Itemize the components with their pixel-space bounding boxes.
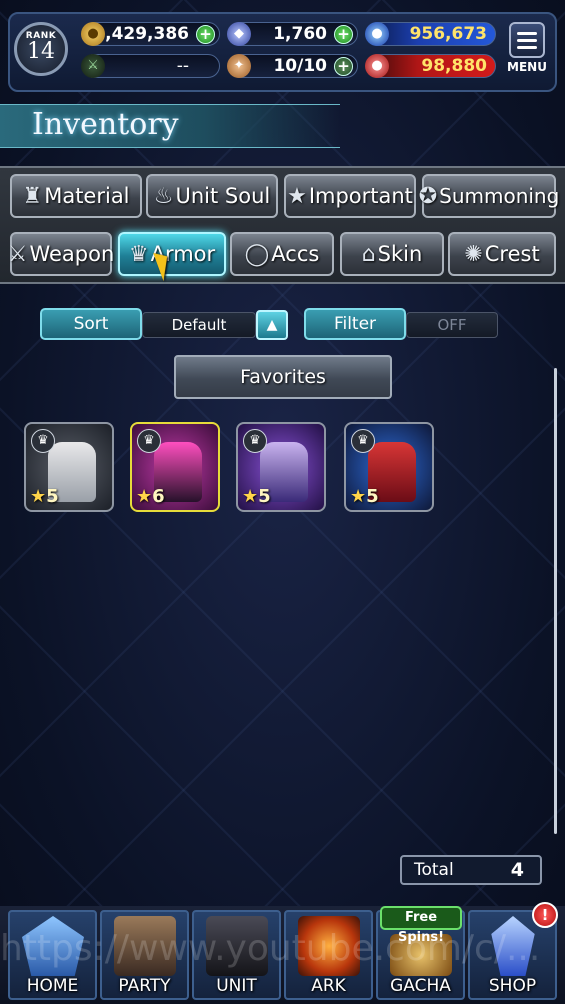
tab-summoning-label: Summoning [439, 184, 560, 208]
tab-skin-label: Skin [377, 242, 423, 266]
tab-weapon[interactable]: ⚔ Weapon [7, 232, 115, 276]
filter-button[interactable]: Filter [304, 308, 406, 340]
tab-summoning[interactable]: ✪ Summoning [418, 174, 560, 218]
hamburger-icon [509, 22, 545, 58]
nav-unit[interactable]: UNIT [192, 910, 281, 1000]
nav-home-label: HOME [26, 976, 79, 996]
lapis-counter: ◆ 1,760 + [227, 22, 358, 46]
tab-important[interactable]: ★ Important [284, 174, 416, 218]
favorites-button[interactable]: Favorites [174, 355, 392, 399]
total-label: Total [414, 860, 454, 880]
red-orb-value: 98,880 [421, 56, 487, 76]
guild-counter: ⚔ -- [81, 54, 220, 78]
free-spins-badge: Free Spins! [380, 906, 462, 945]
menu-label: MENU [507, 60, 547, 74]
shop-crystal-icon [491, 916, 535, 976]
item-rarity: ★5 [30, 486, 59, 507]
armor-type-icon: ♛ [351, 429, 375, 453]
page-title-banner: Inventory [0, 104, 340, 148]
item-rarity: ★5 [242, 486, 271, 507]
blue-orb-counter: ● 956,673 [365, 22, 496, 46]
item-rarity: ★5 [350, 486, 379, 507]
nav-ark[interactable]: ARK [284, 910, 373, 1000]
red-orb-counter: ● 98,880 [365, 54, 496, 78]
item-rarity: ★6 [136, 486, 165, 507]
red-orb-icon: ● [365, 54, 389, 78]
gil-counter: ● 3,429,386 + [81, 22, 220, 46]
tab-material[interactable]: ♜ Material [10, 174, 142, 218]
nav-gacha-label: GACHA [390, 976, 451, 996]
menu-button[interactable]: MENU [505, 22, 549, 74]
ark-phoenix-icon [298, 916, 360, 976]
nav-unit-label: UNIT [216, 976, 257, 996]
summon-emblem-icon: ✪ [418, 183, 438, 209]
page-title: Inventory [32, 107, 179, 142]
sort-button[interactable]: Sort [40, 308, 142, 340]
tab-crest[interactable]: ✺ Crest [448, 232, 556, 276]
tab-unit-soul[interactable]: ♨ Unit Soul [146, 174, 278, 218]
filter-value[interactable]: OFF [406, 312, 498, 338]
sword-icon: ⚔ [7, 241, 28, 267]
guild-value: -- [176, 56, 189, 76]
nav-party[interactable]: PARTY [100, 910, 189, 1000]
total-count-box: Total 4 [400, 855, 542, 885]
tab-material-label: Material [44, 184, 130, 208]
nav-shop-label: SHOP [488, 976, 537, 996]
energy-counter: ✦ 10/10 + [227, 54, 358, 78]
tab-weapon-label: Weapon [29, 242, 115, 266]
hanger-icon: ⌂ [361, 241, 376, 267]
material-bag-icon: ♜ [22, 183, 43, 209]
blue-orb-icon: ● [365, 22, 389, 46]
inventory-scrollbar[interactable] [554, 368, 557, 834]
unit-hero-icon [206, 916, 268, 976]
tab-skin[interactable]: ⌂ Skin [340, 232, 444, 276]
ring-icon: ◯ [244, 241, 270, 267]
inventory-item[interactable]: ♛ ★5 [236, 422, 326, 512]
gil-value: 3,429,386 [93, 24, 189, 44]
sort-order-up-icon[interactable]: ▲ [256, 310, 288, 340]
blue-orb-value: 956,673 [409, 24, 487, 44]
energy-value: 10/10 [273, 56, 327, 76]
armor-type-icon: ♛ [137, 429, 161, 453]
total-value: 4 [510, 859, 524, 881]
rank-value: 14 [27, 39, 55, 64]
crest-gear-icon: ✺ [464, 241, 483, 267]
star-icon: ★ [287, 183, 307, 209]
nav-home[interactable]: HOME [8, 910, 97, 1000]
add-lapis-button[interactable]: + [334, 25, 353, 44]
nav-party-label: PARTY [118, 976, 171, 996]
party-characters-icon [114, 916, 176, 976]
tab-important-label: Important [308, 184, 413, 208]
lapis-value: 1,760 [273, 24, 327, 44]
add-gil-button[interactable]: + [196, 25, 215, 44]
nav-ark-label: ARK [311, 976, 346, 996]
sort-value[interactable]: Default [142, 312, 256, 338]
inventory-item[interactable]: ♛ ★5 [344, 422, 434, 512]
home-crest-icon [22, 916, 84, 976]
armor-shirt-icon: ♛ [128, 241, 149, 267]
tab-accs[interactable]: ◯ Accs [230, 232, 334, 276]
tab-accs-label: Accs [271, 242, 320, 266]
tab-unit-soul-label: Unit Soul [175, 184, 271, 208]
rank-badge[interactable]: RANK 14 [14, 22, 68, 76]
shop-notification-badge: ! [532, 902, 558, 928]
guild-emblem-icon: ⚔ [81, 54, 105, 78]
add-energy-button[interactable]: + [334, 57, 353, 76]
armor-type-icon: ♛ [243, 429, 267, 453]
armor-type-icon: ♛ [31, 429, 55, 453]
soul-flame-icon: ♨ [153, 183, 174, 209]
inventory-item[interactable]: ♛ ★6 [130, 422, 220, 512]
tab-crest-label: Crest [484, 242, 540, 266]
inventory-item[interactable]: ♛ ★5 [24, 422, 114, 512]
energy-icon: ✦ [227, 54, 251, 78]
lapis-crystal-icon: ◆ [227, 22, 251, 46]
gil-coin-icon: ● [81, 22, 105, 46]
